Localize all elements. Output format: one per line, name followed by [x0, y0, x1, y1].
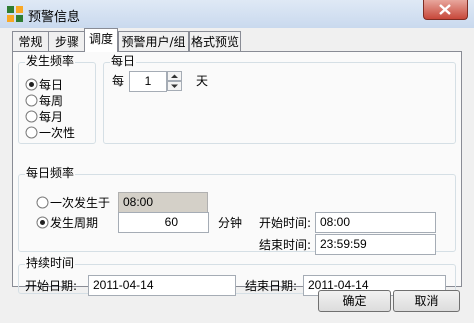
radio-once-at[interactable]: [36, 196, 49, 209]
window-title: 预警信息: [28, 10, 81, 25]
daily-interval-spinner[interactable]: [167, 71, 182, 92]
end-time-label: 结束时间:: [259, 238, 312, 252]
tab-steps[interactable]: 步骤: [48, 31, 86, 51]
close-button[interactable]: [423, 0, 468, 20]
radio-monthly-label[interactable]: 每月: [39, 110, 63, 124]
daily-frequency-legend: 每日频率: [25, 166, 76, 181]
periodic-interval-input[interactable]: 60: [118, 212, 209, 233]
start-time-input[interactable]: 08:00: [315, 212, 436, 233]
radio-monthly[interactable]: [25, 110, 38, 123]
radio-periodic-label[interactable]: 发生周期: [50, 216, 98, 230]
tab-general[interactable]: 常规: [12, 31, 49, 51]
tab-format-preview[interactable]: 格式预览: [189, 31, 241, 51]
spin-down-icon[interactable]: [167, 81, 182, 91]
ok-button[interactable]: 确定: [318, 290, 391, 312]
frequency-legend: 发生频率: [25, 54, 76, 69]
close-icon: [439, 4, 451, 15]
radio-periodic[interactable]: [36, 216, 49, 229]
daily-prefix: 每: [112, 74, 125, 88]
title-bar[interactable]: 预警信息: [0, 0, 474, 28]
spin-up-icon[interactable]: [167, 71, 182, 81]
periodic-unit: 分钟: [218, 216, 243, 230]
daily-suffix: 天: [196, 74, 209, 88]
dialog-window: 预警信息 常规 步骤 调度 预警用户/组 格式预览 发生频率 每日 每周 每月 …: [0, 0, 474, 323]
radio-daily-label[interactable]: 每日: [39, 78, 63, 92]
radio-weekly-label[interactable]: 每周: [39, 94, 63, 108]
tab-alert-users[interactable]: 预警用户/组: [118, 31, 189, 51]
cancel-button[interactable]: 取消: [393, 290, 460, 312]
schedule-panel: 发生频率 每日 每周 每月 一次性 每日 每 1 天 每日频率 一次发生于 08…: [12, 51, 462, 296]
dialog-body: 常规 步骤 调度 预警用户/组 格式预览 发生频率 每日 每周 每月 一次性 每…: [8, 28, 466, 315]
end-date-label: 结束日期:: [245, 279, 298, 293]
radio-once[interactable]: [25, 126, 38, 139]
daily-interval-input[interactable]: 1: [129, 71, 167, 92]
end-time-input[interactable]: 23:59:59: [315, 234, 436, 255]
app-grid-icon: [7, 6, 23, 22]
tab-schedule[interactable]: 调度: [84, 28, 118, 52]
once-time-input[interactable]: 08:00: [118, 192, 208, 213]
start-date-input[interactable]: 2011-04-14: [88, 275, 236, 296]
radio-once-label[interactable]: 一次性: [39, 126, 75, 140]
radio-once-at-label[interactable]: 一次发生于: [50, 196, 110, 210]
radio-weekly[interactable]: [25, 94, 38, 107]
radio-daily[interactable]: [25, 78, 38, 91]
duration-legend: 持续时间: [25, 256, 76, 271]
start-time-label: 开始时间:: [259, 216, 312, 230]
start-date-label: 开始日期:: [25, 279, 78, 293]
daily-legend: 每日: [110, 54, 137, 69]
